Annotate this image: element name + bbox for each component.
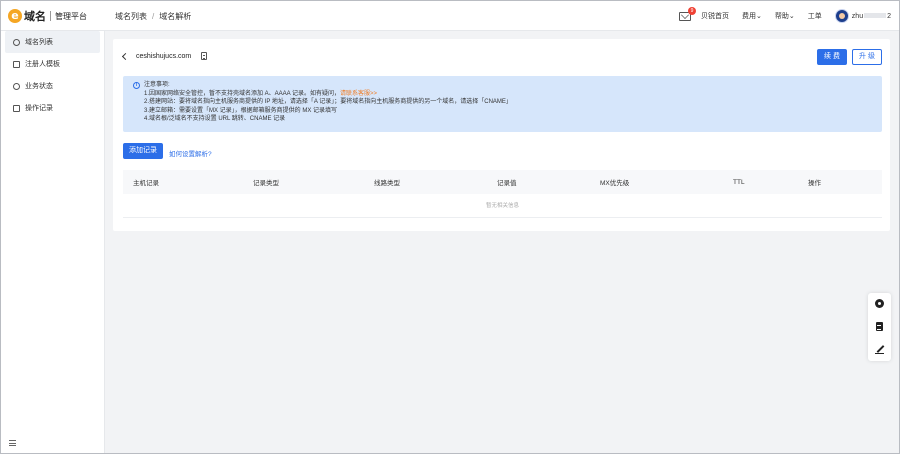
notice-line-2: 2.搭建网站：要将域名指向主机服务商提供的 IP 地址，请选择「A 记录」；要将… xyxy=(144,99,512,106)
sidebar-item-label: 域名列表 xyxy=(25,39,53,46)
nav-fee-menu[interactable]: 费用⌄ xyxy=(742,11,762,21)
logo-name: 域名 xyxy=(24,11,46,23)
column-header-value: 记录值 xyxy=(497,180,517,187)
breadcrumb-separator: / xyxy=(152,12,155,21)
breadcrumb-domain-list[interactable]: 域名列表 xyxy=(115,11,147,22)
notice-box: i 注意事项: 1.因国家网络安全管控，暂不支持壳域名添加 A、AAAA 记录。… xyxy=(123,76,882,132)
contact-support-link[interactable]: 请联系客服>> xyxy=(340,91,377,97)
chevron-down-icon: ⌄ xyxy=(788,13,795,20)
globe-icon xyxy=(13,38,20,46)
customer-service-icon[interactable] xyxy=(875,299,884,308)
back-arrow-icon[interactable] xyxy=(121,52,130,60)
records-table: 主机记录 记录类型 线路类型 记录值 MX优先级 TTL 操作 暂无相关信息 xyxy=(123,170,882,218)
logo-divider xyxy=(50,11,51,21)
record-icon xyxy=(13,104,20,112)
table-header: 主机记录 记录类型 线路类型 记录值 MX优先级 TTL 操作 xyxy=(123,170,882,194)
upgrade-button[interactable]: 升 级 xyxy=(852,49,882,65)
collapse-sidebar-icon[interactable] xyxy=(9,440,16,446)
chevron-down-icon: ⌄ xyxy=(756,13,762,20)
sidebar: 域名列表 注册人模板 业务状态 操作记录 xyxy=(1,31,105,453)
column-header-host: 主机记录 xyxy=(133,180,159,187)
document-icon[interactable] xyxy=(876,322,883,331)
nav-help-label: 帮助 xyxy=(774,13,789,20)
column-header-mx: MX优先级 xyxy=(600,180,630,187)
add-record-button[interactable]: 添加记录 xyxy=(123,143,163,159)
username-end: 2 xyxy=(887,12,891,20)
breadcrumb: 域名列表 / 域名解析 xyxy=(115,11,191,22)
sidebar-item-label: 操作记录 xyxy=(25,105,53,112)
nav-fee-label: 费用 xyxy=(742,13,757,20)
breadcrumb-domain-resolve: 域名解析 xyxy=(159,12,192,21)
top-bar: e 域名 管理平台 域名列表 / 域名解析 9 贝锐首页 费用⌄ 帮助⌄ 工单 … xyxy=(1,1,899,31)
domain-header: ceshishujucs.com xyxy=(121,52,208,60)
sidebar-item-domain-list[interactable]: 域名列表 xyxy=(5,31,100,53)
domain-name: ceshishujucs.com xyxy=(136,52,192,60)
top-right-nav: 9 贝锐首页 费用⌄ 帮助⌄ 工单 zhu 2 xyxy=(679,6,891,25)
sidebar-item-business-status[interactable]: 业务状态 xyxy=(5,75,100,97)
dns-card: ceshishujucs.com 续 费 升 级 i 注意事项: 1.因国家网络… xyxy=(113,39,890,231)
notice-line-1-text: 1.因国家网络安全管控，暂不支持壳域名添加 A、AAAA 记录。如有疑问， xyxy=(144,90,341,97)
column-header-ttl: TTL xyxy=(733,178,745,186)
logo-subtitle: 管理平台 xyxy=(55,11,87,21)
mail-badge: 9 xyxy=(688,6,697,15)
logo[interactable]: e 域名 管理平台 xyxy=(8,8,87,24)
how-to-resolve-link[interactable]: 如何设置解析? xyxy=(169,148,212,158)
notice-text: 注意事项: 1.因国家网络安全管控，暂不支持壳域名添加 A、AAAA 记录。如有… xyxy=(144,81,512,124)
avatar[interactable] xyxy=(834,9,849,23)
floating-toolbar xyxy=(868,293,891,361)
notice-line-1: 1.因国家网络安全管控，暂不支持壳域名添加 A、AAAA 记录。如有疑问，请联系… xyxy=(144,90,512,99)
column-header-type: 记录类型 xyxy=(253,180,279,187)
column-header-actions: 操作 xyxy=(808,180,821,187)
info-icon: i xyxy=(133,82,140,89)
avatar-face-icon xyxy=(838,13,845,19)
username[interactable]: zhu 2 xyxy=(852,13,891,20)
notice-line-4: 4.域名根/泛域名不支持设置 URL 跳转、CNAME 记录 xyxy=(144,116,286,123)
template-icon xyxy=(13,60,20,68)
notice-title: 注意事项: xyxy=(144,82,170,88)
sidebar-item-registrant-template[interactable]: 注册人模板 xyxy=(5,53,100,75)
logo-icon: e xyxy=(8,9,22,23)
username-redacted xyxy=(864,13,887,19)
empty-state: 暂无相关信息 xyxy=(123,194,882,218)
sidebar-item-operation-log[interactable]: 操作记录 xyxy=(5,97,100,119)
edit-feedback-icon[interactable] xyxy=(875,345,884,354)
column-header-line: 线路类型 xyxy=(374,180,400,187)
nav-ticket-link[interactable]: 工单 xyxy=(808,11,822,21)
sidebar-item-label: 业务状态 xyxy=(25,83,53,90)
app-window: e 域名 管理平台 域名列表 / 域名解析 9 贝锐首页 费用⌄ 帮助⌄ 工单 … xyxy=(0,0,900,454)
username-start: zhu xyxy=(851,12,864,20)
nav-home-link[interactable]: 贝锐首页 xyxy=(701,11,729,21)
nav-help-menu[interactable]: 帮助⌄ xyxy=(775,11,795,21)
sidebar-item-label: 注册人模板 xyxy=(25,61,60,68)
renew-button[interactable]: 续 费 xyxy=(817,49,847,65)
mail-icon[interactable]: 9 xyxy=(679,6,697,21)
status-icon xyxy=(13,82,20,90)
document-icon[interactable] xyxy=(201,52,208,60)
notice-line-3: 3.建立邮箱：需要设置「MX 记录」，根据邮箱服务商提供的 MX 记录填写 xyxy=(144,107,338,114)
